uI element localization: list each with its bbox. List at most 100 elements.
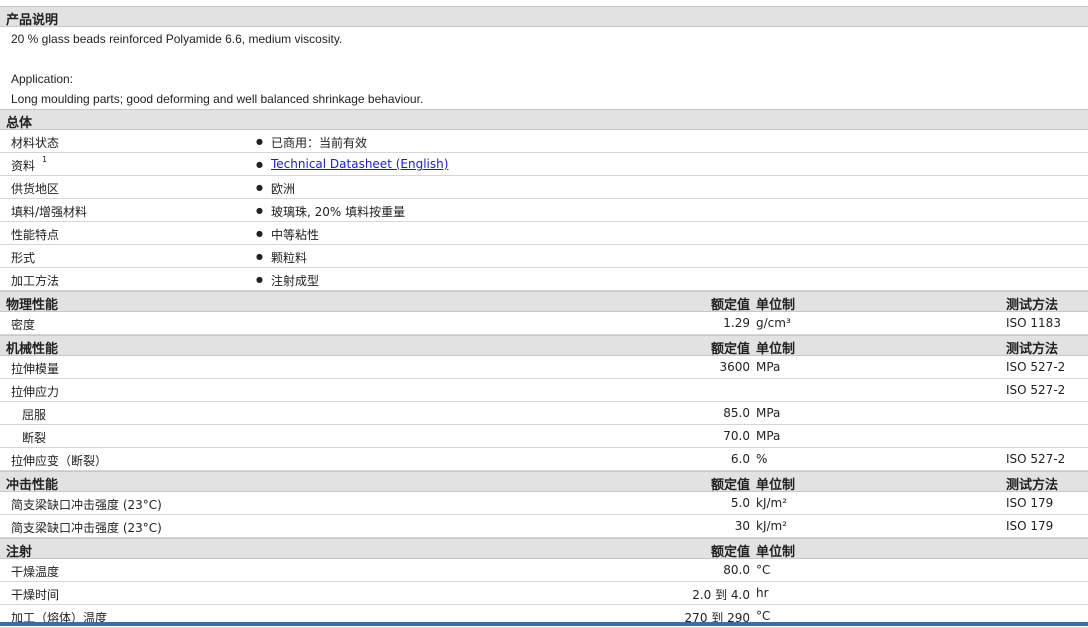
row-label: 干燥温度 [11, 565, 60, 579]
table-row: 填料/增强材料 ● 玻璃珠, 20% 填料按重量 [0, 199, 1088, 222]
table-row: 拉伸模量 3600 MPa ISO 527-2 [0, 356, 1088, 379]
section-title: 产品说明 [6, 13, 59, 28]
row-label: 拉伸应力 [11, 385, 60, 399]
row-label: 干燥时间 [11, 588, 60, 602]
header-unit: 单位制 [756, 478, 796, 493]
section-title: 总体 [6, 116, 33, 131]
row-test-method: ISO 179 [1006, 519, 1054, 533]
row-label: 简支梁缺口冲击强度 (23°C) [11, 521, 162, 535]
row-label: 加工方法 [11, 274, 60, 288]
datasheet-link[interactable]: Technical Datasheet (English) [271, 157, 448, 171]
row-label: 拉伸应变（断裂） [11, 454, 108, 468]
application-text: Long moulding parts; good deforming and … [11, 92, 424, 106]
application-label: Application: [11, 72, 74, 86]
row-test-method: ISO 527-2 [1006, 452, 1066, 466]
header-value: 额定值 [710, 478, 750, 493]
bullet-icon: ● [256, 252, 263, 261]
row-unit: % [756, 452, 768, 466]
section-title: 注射 [6, 545, 33, 560]
row-test-method: ISO 1183 [1006, 316, 1061, 330]
row-unit: kJ/m² [756, 496, 788, 510]
row-label: 填料/增强材料 [11, 205, 88, 219]
header-method: 测试方法 [1006, 298, 1059, 313]
row-value: 2.0 到 4.0 [692, 588, 750, 602]
row-label: 密度 [11, 318, 36, 332]
row-unit: °C [756, 563, 771, 577]
description-text: 20 % glass beads reinforced Polyamide 6.… [11, 32, 343, 46]
table-row: 形式 ● 颗粒料 [0, 245, 1088, 268]
row-label: 材料状态 [11, 136, 60, 150]
table-row: 密度 1.29 g/cm³ ISO 1183 [0, 312, 1088, 335]
row-value: 中等粘性 [271, 228, 320, 242]
row-label: 形式 [11, 251, 36, 265]
row-test-method: ISO 179 [1006, 496, 1054, 510]
row-label: 断裂 [22, 431, 47, 445]
row-value-wrap: Technical Datasheet (English) [271, 157, 448, 171]
row-label: 屈服 [22, 408, 47, 422]
table-row: 干燥时间 2.0 到 4.0 hr [0, 582, 1088, 605]
row-label: 简支梁缺口冲击强度 (23°C) [11, 498, 162, 512]
table-row: 干燥温度 80.0 °C [0, 559, 1088, 582]
section-header-impact: 冲击性能 额定值 单位制 测试方法 [0, 471, 1088, 493]
table-row: 屈服 85.0 MPa [0, 402, 1088, 425]
row-unit: hr [756, 586, 769, 600]
bullet-icon: ● [256, 275, 263, 284]
header-value: 额定值 [710, 342, 750, 357]
table-row: 材料状态 ● 已商用：当前有效 [0, 130, 1088, 153]
bullet-icon: ● [256, 206, 263, 215]
bullet-icon: ● [256, 229, 263, 238]
row-test-method: ISO 527-2 [1006, 383, 1066, 397]
table-row: 资料 1 ● Technical Datasheet (English) [0, 153, 1088, 176]
section-header-mechanical: 机械性能 额定值 单位制 测试方法 [0, 335, 1088, 357]
row-label: 供货地区 [11, 182, 60, 196]
row-value: 3600 [719, 360, 750, 374]
row-value: 5.0 [730, 496, 750, 510]
row-unit: MPa [756, 360, 781, 374]
header-value: 额定值 [710, 545, 750, 560]
row-value: 85.0 [723, 406, 750, 420]
row-label: 拉伸模量 [11, 362, 60, 376]
row-value: 30 [734, 519, 750, 533]
bottom-bar [0, 622, 1088, 626]
header-unit: 单位制 [756, 298, 796, 313]
table-row: 简支梁缺口冲击强度 (23°C) 5.0 kJ/m² ISO 179 [0, 492, 1088, 515]
row-value: 70.0 [723, 429, 750, 443]
row-value: 颗粒料 [271, 251, 308, 265]
section-title: 冲击性能 [6, 478, 59, 493]
row-unit: °C [756, 609, 771, 623]
table-row: 简支梁缺口冲击强度 (23°C) 30 kJ/m² ISO 179 [0, 515, 1088, 538]
section-header-description: 产品说明 [0, 6, 1088, 28]
row-value: 80.0 [723, 563, 750, 577]
datasheet: 产品说明 20 % glass beads reinforced Polyami… [0, 6, 1088, 628]
bullet-icon: ● [256, 160, 263, 169]
section-header-general: 总体 [0, 109, 1088, 131]
row-unit: kJ/m² [756, 519, 788, 533]
header-method: 测试方法 [1006, 478, 1059, 493]
bullet-icon: ● [256, 137, 263, 146]
row-test-method: ISO 527-2 [1006, 360, 1066, 374]
header-value: 额定值 [710, 298, 750, 313]
header-unit: 单位制 [756, 342, 796, 357]
row-value: 已商用：当前有效 [271, 136, 368, 150]
table-row: 拉伸应力 ISO 527-2 [0, 379, 1088, 402]
row-unit: MPa [756, 406, 781, 420]
table-row: 性能特点 ● 中等粘性 [0, 222, 1088, 245]
table-row: 断裂 70.0 MPa [0, 425, 1088, 448]
row-label: 资料 [11, 159, 36, 173]
section-title: 物理性能 [6, 298, 59, 313]
section-header-injection: 注射 额定值 单位制 [0, 538, 1088, 560]
row-unit: g/cm³ [756, 316, 791, 330]
row-value: 注射成型 [271, 274, 320, 288]
section-header-physical: 物理性能 额定值 单位制 测试方法 [0, 291, 1088, 313]
row-value: 1.29 [723, 316, 750, 330]
table-row: 供货地区 ● 欧洲 [0, 176, 1088, 199]
row-value: 玻璃珠, 20% 填料按重量 [271, 205, 406, 219]
header-unit: 单位制 [756, 545, 796, 560]
row-value: 6.0 [730, 452, 750, 466]
row-label: 性能特点 [11, 228, 60, 242]
footnote-marker: 1 [42, 155, 48, 164]
row-value: 欧洲 [271, 182, 296, 196]
row-unit: MPa [756, 429, 781, 443]
header-method: 测试方法 [1006, 342, 1059, 357]
table-row: 拉伸应变（断裂） 6.0% ISO 527-2 [0, 448, 1088, 471]
